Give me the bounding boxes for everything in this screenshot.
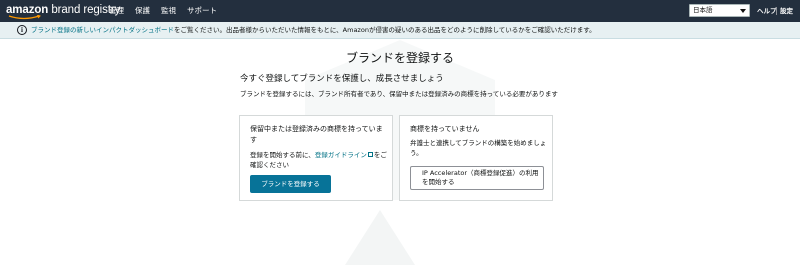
- page-title: ブランドを登録する: [345, 51, 454, 65]
- top-navigation-bar: amazon brand registry 管理 保護 監視 サポート 日本語 …: [0, 0, 800, 22]
- external-link-icon: [367, 152, 373, 157]
- page-subtitle: 今すぐ登録してブランドを保護し、成長させましょう: [240, 74, 444, 84]
- chevron-down-icon: [740, 9, 746, 13]
- impact-dashboard-link[interactable]: ブランド登録の新しいインパクトダッシュボード: [31, 26, 174, 34]
- ip-accelerator-button[interactable]: IP Accelerator（商標登録促進）の利用を開始する: [410, 166, 544, 190]
- page-description: ブランドを登録するには、ブランド所有者であり、保留中または登録済みの商標を持って…: [240, 90, 558, 98]
- settings-link[interactable]: 設定: [780, 4, 793, 18]
- registration-guidelines-link[interactable]: 登録ガイドライン: [315, 151, 367, 159]
- card-body-prefix: 登録を開始する前に、: [250, 151, 315, 159]
- card-title: 商標を持っていません: [410, 125, 480, 133]
- banner-text: をご覧ください。出品者様からいただいた情報をもとに、Amazonが侵害の疑いのあ…: [174, 26, 596, 34]
- nav-item-monitor[interactable]: 監視: [161, 4, 176, 18]
- register-brand-button[interactable]: ブランドを登録する: [250, 175, 331, 193]
- amazon-smile-icon: [8, 15, 41, 20]
- trademark-holder-card: 保留中または登録済みの商標を持っています 登録を開始する前に、登録ガイドラインを…: [239, 115, 393, 201]
- card-body: 登録を開始する前に、登録ガイドライン をご確認ください: [250, 151, 390, 170]
- card-body: 弁護士と連携してブランドの構築を始めましょう。: [410, 139, 547, 157]
- info-banner: i ブランド登録の新しいインパクトダッシュボードをご覧ください。出品者様からいた…: [0, 22, 800, 39]
- nav-item-support[interactable]: サポート: [187, 4, 217, 18]
- banner-message: ブランド登録の新しいインパクトダッシュボードをご覧ください。出品者様からいただい…: [31, 25, 596, 36]
- language-select[interactable]: 日本語: [689, 4, 750, 17]
- nav-item-protect[interactable]: 保護: [135, 4, 150, 18]
- help-link[interactable]: ヘルプ: [757, 4, 777, 18]
- info-icon: i: [17, 25, 27, 35]
- no-trademark-card: 商標を持っていません 弁護士と連携してブランドの構築を始めましょう。 IP Ac…: [399, 115, 553, 201]
- nav-divider: [776, 7, 777, 15]
- card-title: 保留中または登録済みの商標を持っています: [250, 125, 383, 144]
- amazon-brand-registry-logo[interactable]: amazon brand registry: [6, 3, 120, 20]
- language-selected-value: 日本語: [693, 6, 713, 14]
- nav-item-manage[interactable]: 管理: [109, 4, 124, 18]
- main-nav: 管理 保護 監視 サポート: [109, 4, 217, 18]
